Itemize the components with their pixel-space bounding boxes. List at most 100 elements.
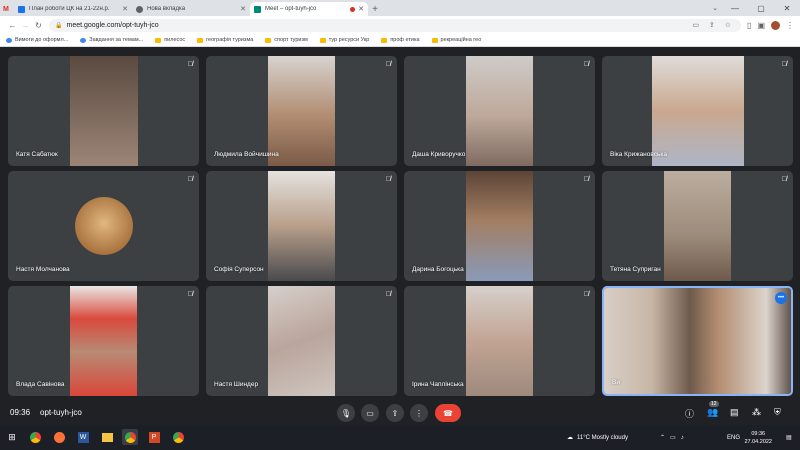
participant-tile[interactable]: 🎙̸ Ірина Чаплінська	[404, 286, 595, 396]
bookmark-item[interactable]: рекреаційна гео	[431, 37, 481, 43]
weather-widget[interactable]: ☁ 11°C Mostly cloudy	[567, 425, 628, 450]
meeting-code: opt-tuyh-jco	[40, 408, 82, 417]
minimize-button[interactable]: —	[722, 4, 748, 13]
system-tray-icons[interactable]: ⌃ ▭ ♪	[660, 425, 689, 450]
folder-icon	[101, 432, 113, 442]
taskbar-chrome[interactable]	[27, 429, 43, 445]
leave-call-button[interactable]: ☎	[435, 404, 461, 422]
present-button[interactable]: ⇪	[386, 404, 404, 422]
close-icon[interactable]: ✕	[122, 5, 128, 13]
participant-video	[70, 286, 137, 396]
chrome-icon	[136, 5, 143, 13]
taskbar-powerpoint[interactable]: P	[146, 429, 162, 445]
close-window-button[interactable]: ✕	[774, 4, 800, 13]
tab-meet[interactable]: Meet – opt-tuyh-jco ✕	[250, 2, 368, 16]
hang-up-icon: ☎	[443, 408, 453, 418]
mic-off-icon: 🎙̸	[583, 176, 589, 183]
participant-tile[interactable]: 🎙̸ Настя Молчанова	[8, 171, 199, 281]
menu-icon[interactable]: ⋮	[786, 21, 794, 30]
docs-icon	[18, 5, 25, 13]
mic-off-icon: 🎙̸	[187, 176, 193, 183]
chrome-icon	[172, 431, 184, 443]
notifications-icon[interactable]: ▤	[786, 425, 792, 450]
participant-tile[interactable]: 🎙̸ Тетяна Суприган	[602, 171, 793, 281]
tab-work-plan[interactable]: План роботи ЦК на 21-22н.р. ✕	[14, 2, 132, 16]
bookmark-item[interactable]: тур ресурси Укр	[319, 37, 369, 43]
system-clock[interactable]: 09:36 27.04.2022	[744, 430, 772, 446]
folder-icon	[381, 37, 388, 43]
omnibox[interactable]: 🔒 meet.google.com/opt-tuyh-jco ▭ ⇪ ☆	[49, 18, 742, 32]
people-icon: 👥	[707, 407, 719, 417]
participant-tile[interactable]: 🎙̸ Віка Крижановська	[602, 56, 793, 166]
host-controls-icon[interactable]: ⛨	[774, 407, 781, 418]
sidebar-icon[interactable]: ▯	[747, 21, 751, 30]
language-indicator[interactable]: ENG	[727, 425, 740, 450]
folder-icon	[155, 37, 162, 43]
participant-tile[interactable]: 🎙̸ Даша Криворучко	[404, 56, 595, 166]
more-options-button[interactable]: ⋮	[410, 404, 428, 422]
address-bar-row: ← → ↻ 🔒 meet.google.com/opt-tuyh-jco ▭ ⇪…	[0, 16, 800, 34]
more-vert-icon: ⋮	[415, 408, 423, 418]
lock-icon[interactable]: 🔒	[55, 22, 62, 29]
chrome-icon	[29, 431, 41, 443]
bookmark-item[interactable]: пилесос	[155, 37, 185, 43]
mic-off-icon: 🎙̸	[583, 291, 589, 298]
participant-video	[652, 56, 744, 166]
globe-icon	[80, 37, 87, 43]
self-video	[604, 288, 791, 394]
tab-search-icon[interactable]: ⌄	[712, 4, 718, 12]
bookmark-item[interactable]: Завдання за темам...	[80, 37, 143, 43]
chat-icon[interactable]: ▤	[730, 407, 739, 418]
speaking-indicator-icon: •••	[775, 292, 787, 304]
bookmark-item[interactable]: Вимоги до оформл...	[6, 37, 68, 43]
network-icon: ▭	[670, 435, 681, 441]
participant-video	[268, 286, 335, 396]
windows-icon: ⊞	[8, 431, 16, 442]
tab-new-tab[interactable]: Нова вкладка ✕	[132, 2, 250, 16]
close-icon[interactable]: ✕	[240, 5, 246, 13]
mic-off-icon: 🎙̸	[187, 291, 193, 298]
participant-tile[interactable]: 🎙̸ Дарина Богоцька	[404, 171, 595, 281]
profile-avatar[interactable]	[771, 20, 780, 30]
participant-video	[664, 171, 731, 281]
bookmark-item[interactable]: географія туризма	[197, 37, 253, 43]
self-view-tile[interactable]: ••• Ви	[602, 286, 793, 396]
close-icon[interactable]: ✕	[358, 5, 364, 13]
microphone-button[interactable]: 🎙	[337, 404, 355, 422]
new-tab-button[interactable]: +	[368, 2, 382, 16]
taskbar-firefox[interactable]	[51, 429, 67, 445]
participant-tile[interactable]: 🎙̸ Влада Савінова	[8, 286, 199, 396]
activities-icon[interactable]: ⁂	[752, 407, 761, 418]
recording-indicator-icon	[350, 6, 356, 12]
extensions-icon[interactable]: ▣	[757, 21, 765, 30]
meeting-time: 09:36	[10, 408, 31, 417]
people-button[interactable]: 12 👥	[707, 401, 719, 418]
taskbar-word[interactable]: W	[75, 429, 91, 445]
bookmark-item[interactable]: проф етика	[381, 37, 420, 43]
mic-off-icon: 🎙̸	[781, 176, 787, 183]
bookmark-item[interactable]: спорт туризм	[265, 37, 308, 43]
start-button[interactable]: ⊞	[4, 429, 20, 445]
participant-tile[interactable]: 🎙̸ Катя Сабатюк	[8, 56, 199, 166]
tab-gmail[interactable]: M	[0, 2, 14, 16]
mic-off-icon: 🎙̸	[583, 61, 589, 68]
back-icon[interactable]: ←	[6, 21, 19, 30]
chevron-up-icon: ⌃	[660, 435, 671, 441]
taskbar-chrome-active[interactable]	[122, 429, 138, 445]
globe-icon	[6, 37, 12, 43]
omnibox-actions[interactable]: ▭ ⇪ ☆	[692, 21, 735, 29]
participant-tile[interactable]: 🎙̸ Софія Суперсон	[206, 171, 397, 281]
participant-tile[interactable]: 🎙̸ Людмила Войчишина	[206, 56, 397, 166]
participant-tile[interactable]: 🎙̸ Настя Шиндер	[206, 286, 397, 396]
present-icon: ⇪	[391, 408, 399, 418]
participant-avatar	[74, 197, 133, 255]
reload-icon[interactable]: ↻	[32, 21, 45, 30]
participant-video	[268, 171, 335, 281]
taskbar-explorer[interactable]	[99, 429, 115, 445]
maximize-button[interactable]: ▢	[748, 4, 774, 13]
info-icon[interactable]: ⓘ	[685, 407, 694, 420]
camera-button[interactable]: ▭	[361, 404, 379, 422]
url-text[interactable]: meet.google.com/opt-tuyh-jco	[66, 22, 692, 29]
taskbar-chrome-2[interactable]	[170, 429, 186, 445]
forward-icon[interactable]: →	[19, 21, 32, 30]
